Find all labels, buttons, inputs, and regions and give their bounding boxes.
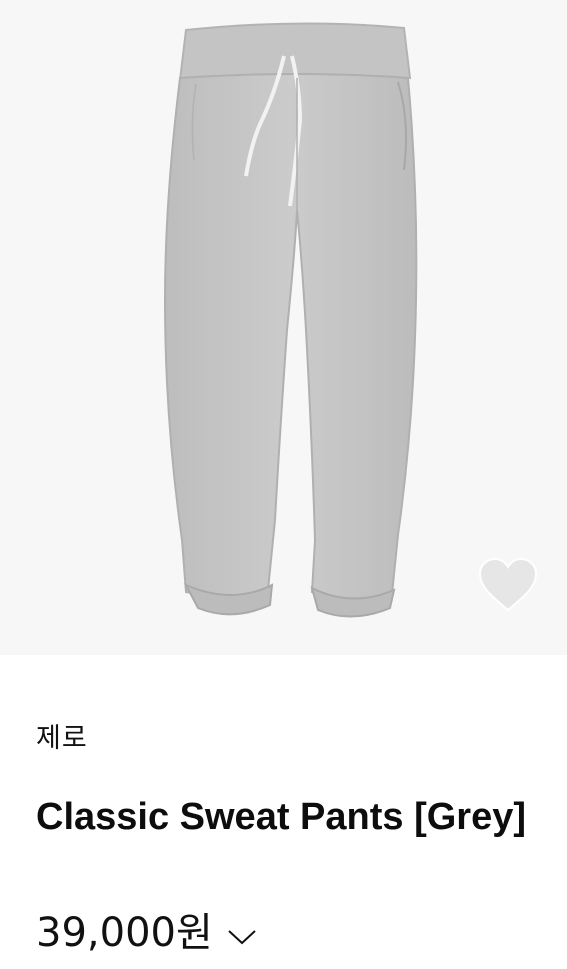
- heart-icon: [478, 557, 538, 612]
- product-price: 39,000원: [36, 910, 213, 956]
- price-row: 39,000원: [36, 905, 259, 961]
- brand-name[interactable]: 제로: [36, 722, 88, 756]
- wishlist-button[interactable]: [476, 556, 540, 614]
- product-title: Classic Sweat Pants [Grey]: [36, 796, 526, 838]
- chevron-down-icon: [228, 930, 256, 945]
- price-expand-button[interactable]: [225, 925, 259, 949]
- product-image[interactable]: [0, 0, 567, 655]
